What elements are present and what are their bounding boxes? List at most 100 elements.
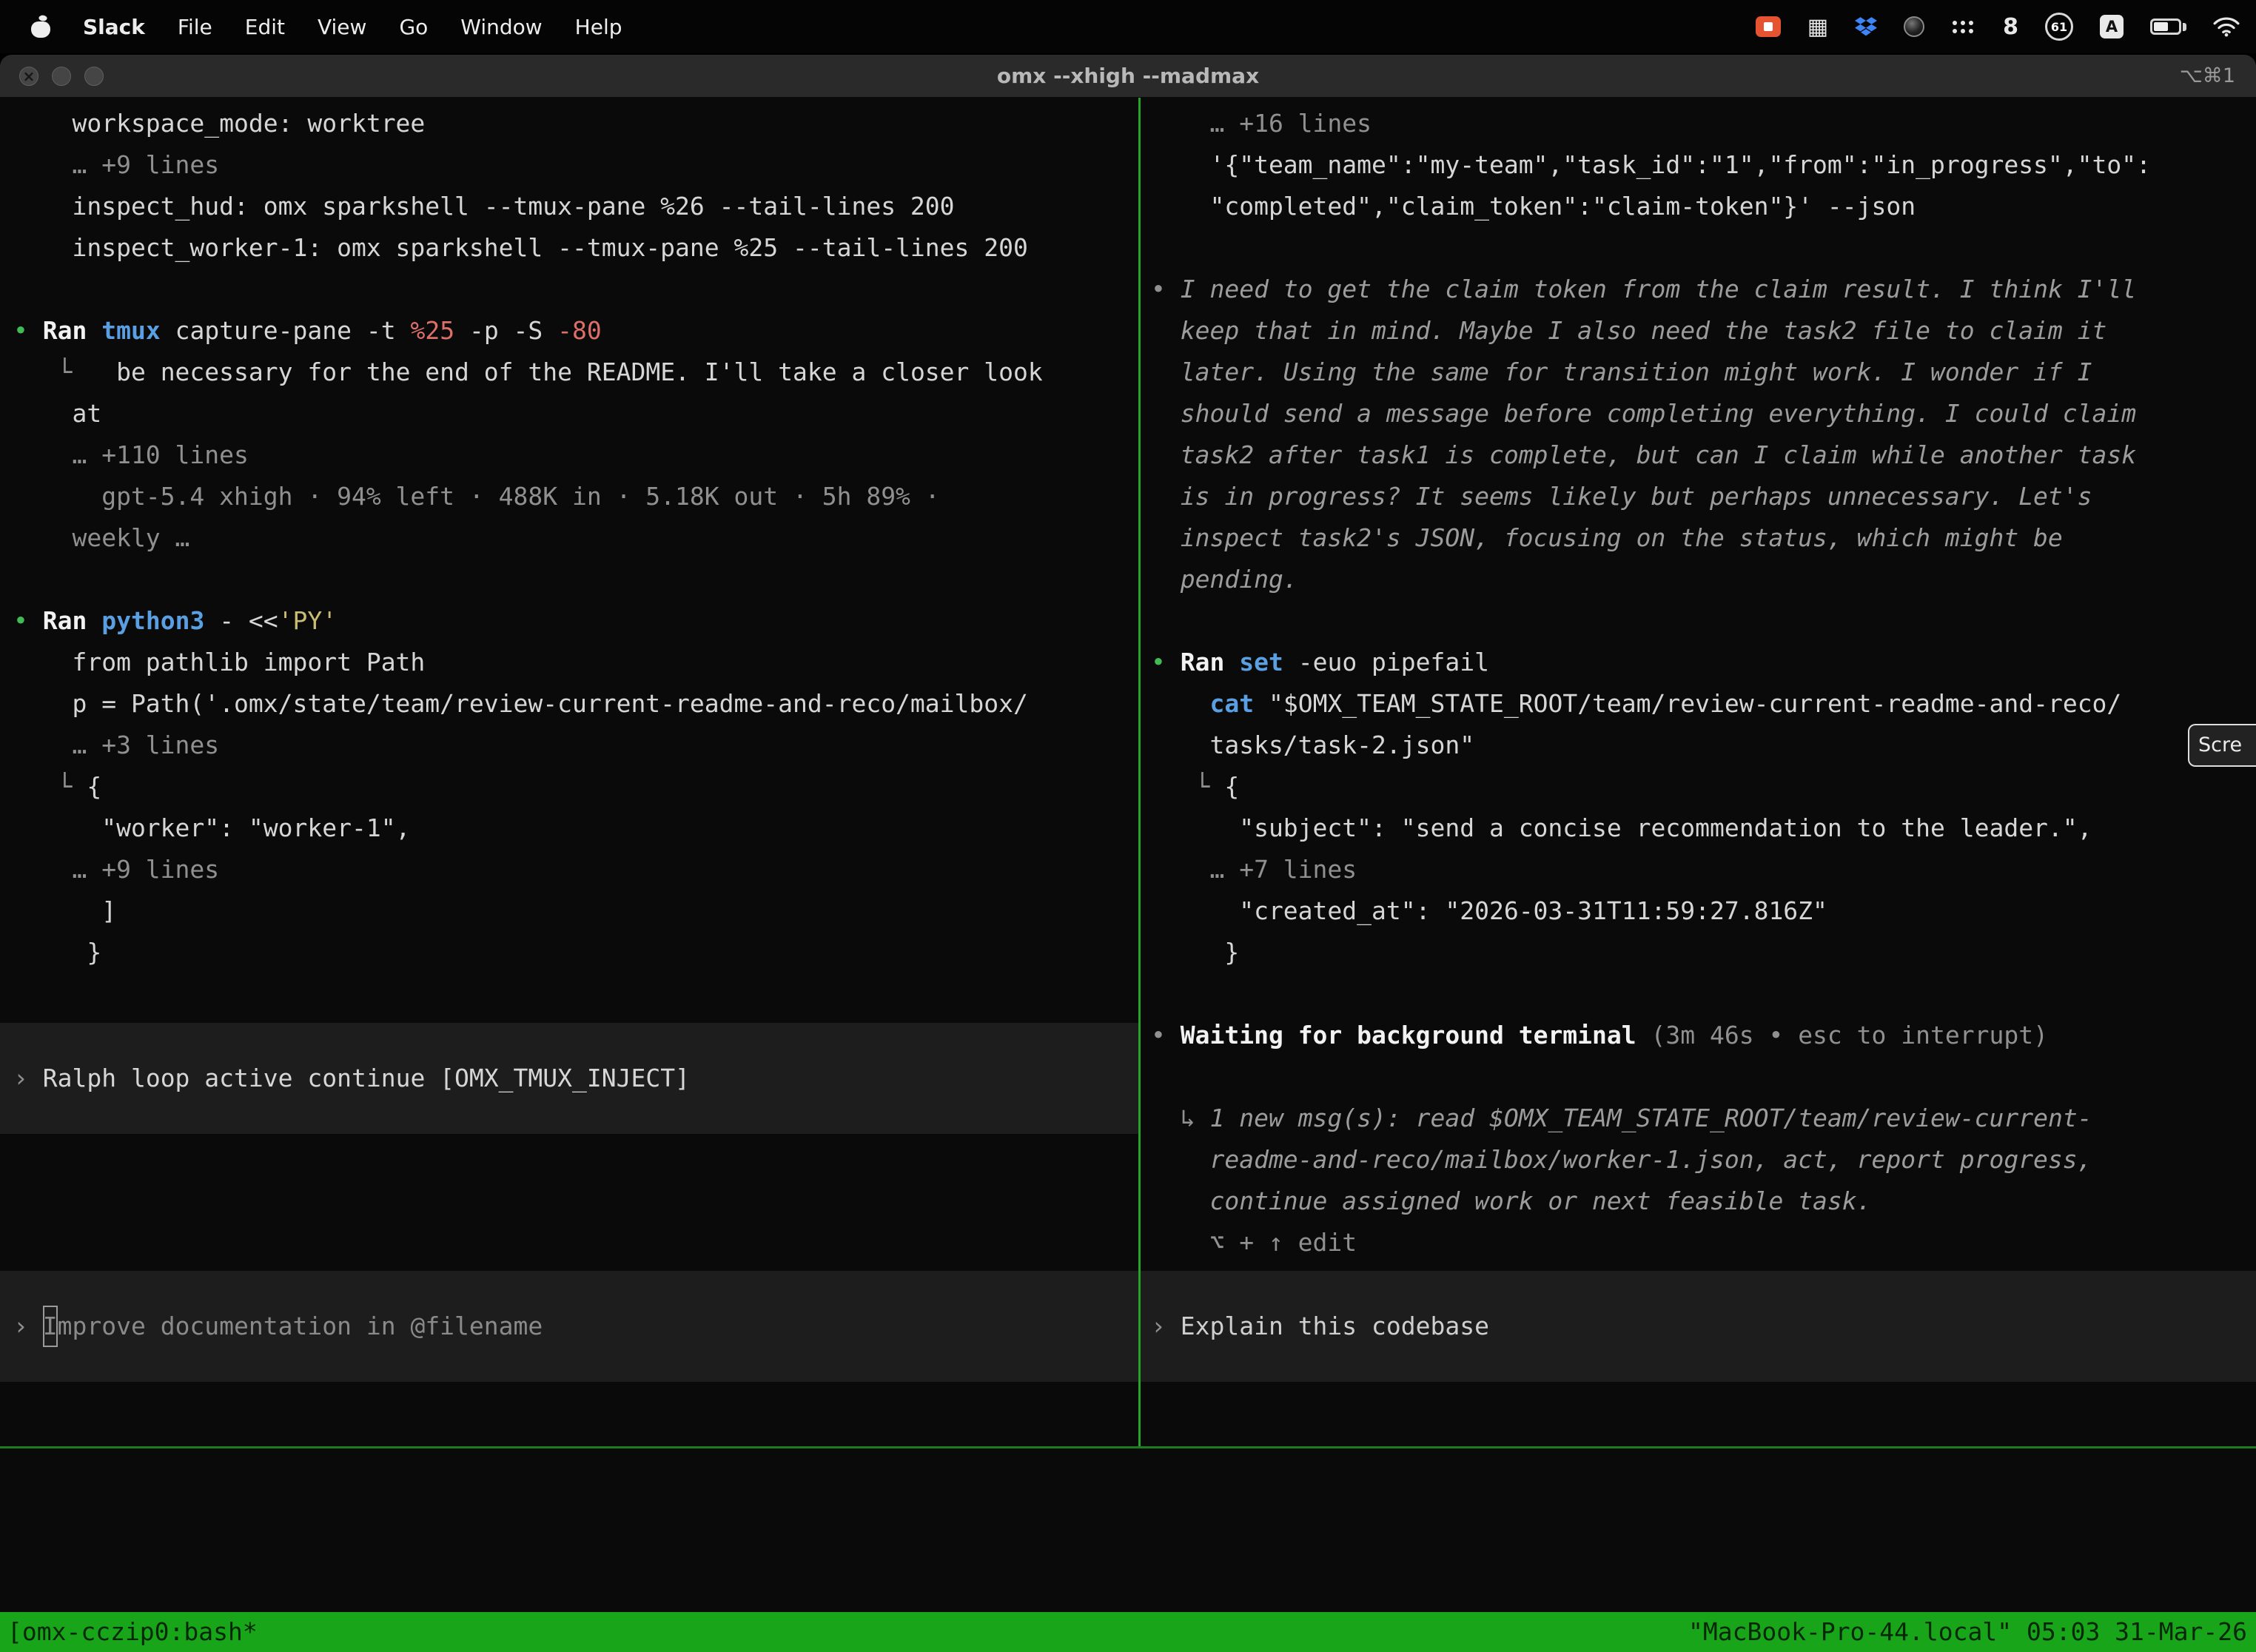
text-segment: { bbox=[87, 772, 101, 801]
working-status-line: • Working (6m 38s • esc to interrupt) bbox=[13, 1180, 1138, 1221]
text-segment: at bbox=[13, 399, 101, 428]
terminal-line: p = Path('.omx/state/team/review-current… bbox=[13, 683, 1138, 725]
thinking-line: should send a message before completing … bbox=[1151, 393, 2256, 434]
text-segment: keep that in mind. Maybe I also need the… bbox=[1151, 316, 2106, 345]
dots-grid-icon[interactable] bbox=[1951, 19, 1976, 34]
text-segment: is in progress? It seems likely but perh… bbox=[1151, 482, 2092, 511]
text-cursor: I bbox=[43, 1306, 58, 1347]
text-segment: continue assigned work or next feasible … bbox=[1151, 1186, 1872, 1215]
text-segment: "subject": "send a concise recommendatio… bbox=[1151, 813, 2092, 842]
terminal-line: inspect_worker-1: omx sparkshell --tmux-… bbox=[13, 227, 1138, 269]
text-segment: ↳ bbox=[1181, 1104, 1210, 1132]
mailbox-message-line: continue assigned work or next feasible … bbox=[1151, 1181, 2256, 1222]
wifi-icon[interactable] bbox=[2213, 16, 2240, 37]
text-segment: inspect task2's JSON, focusing on the st… bbox=[1151, 523, 2063, 552]
screen-recording-indicator-icon[interactable] bbox=[1756, 16, 1781, 37]
waiting-status-line: • Waiting for background terminal (3m 46… bbox=[1151, 1015, 2256, 1056]
text-segment: 'PY' bbox=[278, 606, 337, 635]
terminal-line: … +9 lines bbox=[13, 849, 1138, 890]
figure-eight-icon[interactable]: 8 bbox=[2003, 14, 2018, 40]
tooltip-text: Scre bbox=[2198, 725, 2242, 766]
close-icon: × bbox=[23, 67, 36, 85]
menu-item-file[interactable]: File bbox=[178, 15, 212, 39]
text-segment: - << bbox=[219, 606, 278, 635]
apple-menu-icon[interactable] bbox=[31, 15, 50, 38]
text-segment: cat bbox=[1209, 689, 1268, 718]
window-title: omx --xhigh --madmax bbox=[997, 64, 1259, 88]
menu-item-edit[interactable]: Edit bbox=[245, 15, 285, 39]
text-segment: capture-pane -t bbox=[175, 316, 411, 345]
left-pane-footer: gpt-5.4 xhigh · essay/ai-reimplementatio… bbox=[13, 1382, 1138, 1423]
zoom-button[interactable] bbox=[84, 67, 104, 86]
mailbox-message-line: readme-and-reco/mailbox/worker-1.json, a… bbox=[1151, 1139, 2256, 1181]
terminal-line: weekly … bbox=[13, 517, 1138, 559]
battery-percent-circle-icon[interactable]: 61 bbox=[2045, 13, 2073, 41]
terminal-line: "completed","claim_token":"claim-token"}… bbox=[1151, 186, 2256, 227]
text-segment: set bbox=[1239, 648, 1297, 676]
tmux-session-name: [omx-cczip0:bash* bbox=[7, 1612, 258, 1652]
right-composer-input[interactable]: › Explain this codebase bbox=[1141, 1271, 2256, 1382]
thinking-line: • I need to get the claim token from the… bbox=[1151, 269, 2256, 310]
disc-app-icon[interactable] bbox=[1904, 16, 1924, 37]
terminal-window: × omx --xhigh --madmax ⌥⌘1 workspace_mod… bbox=[0, 55, 2256, 1652]
terminal-line: … +16 lines bbox=[1151, 103, 2256, 144]
text-segment: } bbox=[1151, 938, 1239, 967]
dots-glyph bbox=[1953, 21, 1957, 25]
grid-icon[interactable]: ▦ bbox=[1807, 14, 1828, 40]
right-pane-transcript: … +16 lines '{"team_name":"my-team","tas… bbox=[1151, 103, 2256, 1263]
input-source-letter: A bbox=[2106, 18, 2118, 36]
text-segment: └ bbox=[58, 772, 87, 801]
text-segment: should send a message before completing … bbox=[1151, 399, 2136, 428]
text-segment bbox=[1151, 689, 1209, 718]
ran-command-line: • Ran set -euo pipefail bbox=[1151, 642, 2256, 683]
text-segment: Ran bbox=[43, 606, 101, 635]
text-segment: • bbox=[1151, 648, 1181, 676]
text-segment: └ bbox=[1195, 772, 1225, 801]
ran-command-line: • Ran tmux capture-pane -t %25 -p -S -80 bbox=[13, 310, 1138, 352]
terminal-line: } bbox=[13, 932, 1138, 973]
menu-app-name[interactable]: Slack bbox=[83, 15, 145, 39]
thinking-line: later. Using the same for transition mig… bbox=[1151, 352, 2256, 393]
blank-line bbox=[1151, 1056, 2256, 1098]
blank-line bbox=[1151, 600, 2256, 642]
text-segment: } bbox=[13, 938, 101, 967]
terminal-line: … +7 lines bbox=[1151, 849, 2256, 890]
right-terminal-pane[interactable]: … +16 lines '{"team_name":"my-team","tas… bbox=[1141, 98, 2256, 1446]
tmux-status-bar: [omx-cczip0:bash* "MacBook-Pro-44.local"… bbox=[0, 1612, 2256, 1652]
menu-item-window[interactable]: Window bbox=[460, 15, 542, 39]
text-segment: … +7 lines bbox=[1151, 855, 1357, 884]
terminal-line: cat "$OMX_TEAM_STATE_ROOT/team/review-cu… bbox=[1151, 683, 2256, 725]
text-segment: -p -S bbox=[454, 316, 557, 345]
ralph-loop-banner: › Ralph loop active continue [OMX_TMUX_I… bbox=[0, 1023, 1138, 1134]
battery-fill bbox=[2154, 22, 2168, 31]
macos-menu-bar: Slack File Edit View Go Window Help ▦ 8 … bbox=[0, 0, 2256, 53]
left-composer-input[interactable]: › Improve documentation in @filename bbox=[0, 1271, 1138, 1382]
composer-text: Explain this codebase bbox=[1181, 1306, 1489, 1347]
minimize-button[interactable] bbox=[52, 67, 71, 86]
text-segment: workspace_mode: worktree bbox=[13, 109, 425, 138]
text-segment bbox=[1151, 772, 1195, 801]
battery-icon[interactable] bbox=[2150, 19, 2186, 35]
ralph-loop-text: Ralph loop active continue [OMX_TMUX_INJ… bbox=[43, 1058, 690, 1099]
menu-item-view[interactable]: View bbox=[318, 15, 366, 39]
edit-hint-line: ⌥ + ↑ edit bbox=[1151, 1222, 2256, 1263]
menu-item-go[interactable]: Go bbox=[399, 15, 428, 39]
text-segment: • bbox=[13, 606, 43, 635]
blank-line bbox=[13, 269, 1138, 310]
omx-status-line: [OMX#0.11.9] cczip/essay/ai-reimplementa… bbox=[13, 1470, 1925, 1511]
dropbox-icon[interactable] bbox=[1855, 16, 1877, 37]
ran-command-line: • Ran python3 - <<'PY' bbox=[13, 600, 1138, 642]
text-segment: … +16 lines bbox=[1151, 109, 1372, 138]
input-source-icon[interactable]: A bbox=[2100, 15, 2124, 38]
text-segment: • bbox=[13, 316, 43, 345]
left-terminal-pane[interactable]: workspace_mode: worktree … +9 lines insp… bbox=[0, 98, 1138, 1446]
text-segment: inspect_worker-1: omx sparkshell --tmux-… bbox=[13, 233, 1028, 262]
terminal-line: workspace_mode: worktree bbox=[13, 103, 1138, 144]
thinking-line: is in progress? It seems likely but perh… bbox=[1151, 476, 2256, 517]
text-segment: … +3 lines bbox=[13, 731, 219, 759]
blank-line bbox=[13, 559, 1138, 600]
close-button[interactable]: × bbox=[19, 67, 38, 86]
prompt-chevron: › bbox=[1151, 1306, 1181, 1347]
terminal-line: tasks/task-2.json" bbox=[1151, 725, 2256, 766]
menu-item-help[interactable]: Help bbox=[575, 15, 622, 39]
